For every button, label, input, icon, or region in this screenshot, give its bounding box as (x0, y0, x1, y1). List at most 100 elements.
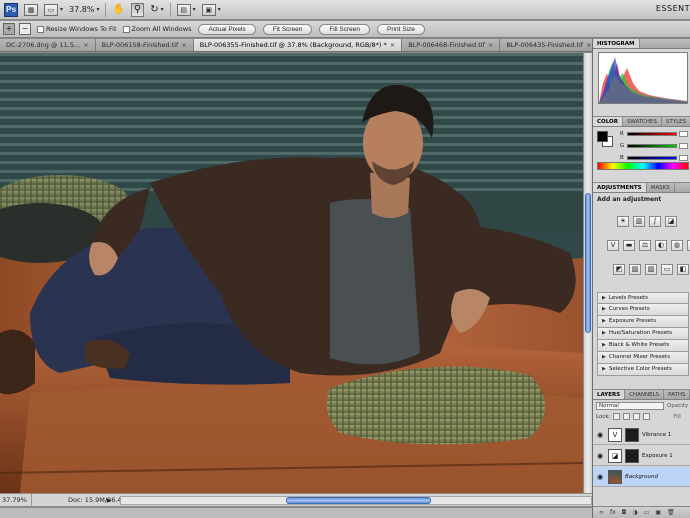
chevron-down-icon[interactable]: ▾ (218, 6, 221, 13)
layer-row[interactable]: ◉ ◪ Exposure 1 (593, 446, 690, 466)
exposure-icon[interactable]: ◪ (665, 216, 677, 227)
vertical-scrollbar[interactable] (583, 53, 592, 493)
close-icon[interactable]: × (390, 39, 395, 51)
rotate-view-icon[interactable]: ↻ (150, 4, 158, 16)
preset-item[interactable]: ▶ Selective Color Presets (597, 364, 689, 376)
tab-adjustments[interactable]: ADJUSTMENTS (593, 183, 647, 192)
red-value-field[interactable] (679, 130, 688, 137)
document-tab[interactable]: BLP-006435-Finished.tif × (500, 39, 592, 51)
tab-histogram[interactable]: HISTOGRAM (593, 39, 640, 48)
threshold-icon[interactable]: ▧ (645, 264, 657, 275)
chevron-down-icon[interactable]: ▾ (161, 6, 164, 13)
color-balance-icon[interactable]: ⚖ (639, 240, 651, 251)
close-icon[interactable]: × (586, 39, 591, 51)
zoom-level-dropdown[interactable]: 37.8% (69, 5, 94, 14)
print-size-button[interactable]: Print Size (377, 23, 425, 35)
eye-icon[interactable]: ◉ (595, 473, 605, 481)
green-value-field[interactable] (679, 142, 688, 149)
selective-color-icon[interactable]: ◧ (677, 264, 689, 275)
eye-icon[interactable]: ◉ (595, 431, 605, 439)
lock-transparency-icon[interactable] (613, 413, 621, 420)
tab-layers[interactable]: LAYERS (593, 390, 626, 399)
zoom-tool-icon[interactable]: ⚲ (130, 2, 145, 17)
tab-swatches[interactable]: SWATCHES (623, 117, 662, 126)
disclosure-triangle-icon[interactable]: ▶ (602, 364, 606, 375)
blue-slider-track[interactable] (627, 155, 677, 160)
layer-mask-thumbnail[interactable] (625, 448, 639, 463)
chevron-down-icon[interactable]: ▾ (96, 6, 99, 13)
checkbox-icon[interactable] (122, 25, 130, 33)
close-icon[interactable]: × (488, 39, 493, 51)
red-slider[interactable]: R (620, 129, 688, 138)
document-canvas[interactable] (0, 53, 583, 493)
red-slider-track[interactable] (627, 131, 677, 136)
bridge-icon[interactable]: ▦ (24, 3, 38, 16)
hue-saturation-icon[interactable]: ▬ (623, 240, 635, 251)
disclosure-triangle-icon[interactable]: ▶ (602, 316, 606, 327)
green-slider[interactable]: G (620, 141, 688, 150)
close-icon[interactable]: × (83, 39, 88, 51)
fx-icon[interactable]: fx (610, 509, 616, 516)
new-group-icon[interactable]: ▭ (644, 509, 650, 516)
tab-channels[interactable]: CHANNELS (625, 390, 665, 399)
color-spectrum-ramp[interactable] (597, 162, 689, 170)
lock-pixels-icon[interactable] (623, 413, 631, 420)
zoom-all-windows-checkbox[interactable]: Zoom All Windows (122, 25, 191, 33)
link-layers-icon[interactable]: ∞ (599, 509, 604, 516)
chevron-down-icon[interactable]: ▾ (60, 6, 63, 13)
disclosure-triangle-icon[interactable]: ▶ (602, 352, 606, 363)
new-adjustment-icon[interactable]: ◑ (632, 509, 637, 516)
blend-mode-select[interactable]: Normal (596, 402, 664, 410)
blue-value-field[interactable] (679, 154, 688, 161)
disclosure-triangle-icon[interactable]: ▶ (602, 328, 606, 339)
workspace-switcher[interactable]: ESSENT (656, 4, 690, 13)
foreground-color-swatch[interactable] (597, 131, 608, 142)
preset-item[interactable]: ▶ Curves Presets (597, 304, 689, 316)
close-icon[interactable]: × (181, 39, 186, 51)
preset-item[interactable]: ▶ Hue/Saturation Presets (597, 328, 689, 340)
photo-filter-icon[interactable]: ◍ (671, 240, 683, 251)
vibrance-icon[interactable]: V (607, 240, 619, 251)
vertical-scrollbar-thumb[interactable] (585, 193, 591, 333)
trash-icon[interactable]: 🗑 (667, 509, 675, 516)
layer-row[interactable]: ◉ V Vibrance 1 (593, 425, 690, 445)
fit-screen-button[interactable]: Fit Screen (262, 23, 313, 35)
view-extras-icon[interactable]: ▭ (44, 3, 58, 16)
layer-mask-thumbnail[interactable] (625, 427, 639, 442)
add-mask-icon[interactable]: ◘ (622, 509, 627, 516)
layer-row-selected[interactable]: ◉ Background (593, 467, 690, 487)
blue-slider[interactable]: B (620, 153, 688, 162)
arrange-documents-icon[interactable]: ▤ (176, 3, 191, 16)
document-tab-active[interactable]: BLP-006355-Finished.tif @ 37.8% (Backgro… (193, 39, 403, 51)
tab-styles[interactable]: STYLES (662, 117, 690, 126)
preset-item[interactable]: ▶ Channel Mixer Presets (597, 352, 689, 364)
status-zoom-field[interactable]: 37.79% (0, 493, 32, 507)
actual-pixels-button[interactable]: Actual Pixels (198, 23, 256, 35)
zoom-in-icon[interactable]: + (3, 23, 15, 35)
preset-item[interactable]: ▶ Exposure Presets (597, 316, 689, 328)
lock-position-icon[interactable] (633, 413, 641, 420)
hand-tool-icon[interactable]: ✋ (112, 4, 124, 16)
tab-masks[interactable]: MASKS (647, 183, 675, 192)
disclosure-triangle-icon[interactable]: ▶ (602, 304, 606, 315)
document-tab[interactable]: BLP-006468-Finished.tif × (402, 39, 501, 51)
fill-screen-button[interactable]: Fill Screen (319, 23, 371, 35)
screen-mode-icon[interactable]: ▣ (201, 3, 216, 16)
horizontal-scrollbar[interactable] (120, 496, 592, 505)
black-white-icon[interactable]: ◐ (655, 240, 667, 251)
invert-icon[interactable]: ◩ (613, 264, 625, 275)
resize-windows-checkbox[interactable]: Resize Windows To Fit (37, 25, 117, 33)
curves-icon[interactable]: ∫ (649, 216, 661, 227)
brightness-icon[interactable]: ☀ (617, 216, 629, 227)
levels-icon[interactable]: ▥ (633, 216, 645, 227)
zoom-out-icon[interactable]: − (19, 23, 31, 35)
checkbox-icon[interactable] (37, 25, 44, 33)
preset-item[interactable]: ▶ Levels Presets (597, 292, 689, 304)
document-tab[interactable]: BLP-006158-Finished.tif × (95, 39, 194, 51)
eye-icon[interactable]: ◉ (595, 452, 605, 460)
tab-color[interactable]: COLOR (593, 117, 623, 126)
status-menu-arrow-icon[interactable]: ▶ (102, 497, 116, 504)
lock-all-icon[interactable] (643, 413, 651, 420)
disclosure-triangle-icon[interactable]: ▶ (602, 340, 606, 351)
horizontal-scrollbar-thumb[interactable] (286, 497, 431, 504)
